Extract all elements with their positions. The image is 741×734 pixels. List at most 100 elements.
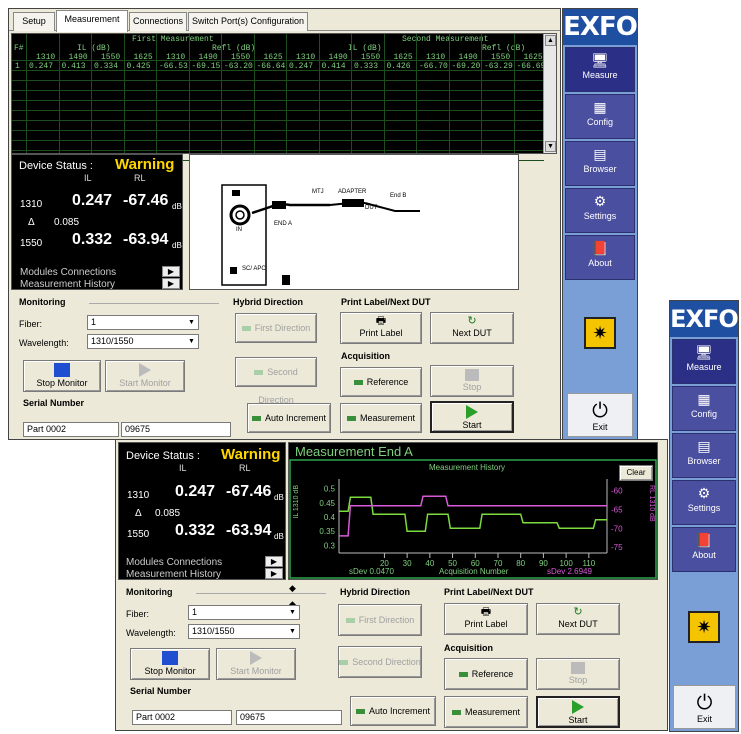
expand-arrow-icon[interactable]: ▶ <box>265 568 283 579</box>
diagram-dut-label: DUT <box>365 205 378 211</box>
fiber-select[interactable]: 1 ▼ <box>87 315 199 330</box>
expand-arrow-icon[interactable]: ▶ <box>265 556 283 567</box>
hybrid-direction-title: Hybrid Direction <box>233 297 304 307</box>
tab-switch-ports[interactable]: Switch Port(s) Configuration <box>188 12 308 31</box>
fiber-select[interactable]: 1 ▼ <box>188 605 300 620</box>
second-direction-button[interactable]: Second Direction <box>338 646 422 678</box>
rl-1550-value: -63.94 <box>226 522 272 539</box>
table-grid-line <box>513 34 515 153</box>
sidebar-item-config[interactable]: ▦ Config <box>672 386 736 431</box>
table-grid-line <box>123 34 125 153</box>
stop-acquisition-button[interactable]: Stop <box>430 365 514 397</box>
led-indicator <box>254 370 264 376</box>
wavelength-1310: 1310 <box>127 490 150 501</box>
sidebar-item-measure[interactable]: 🖥 Measure <box>672 339 736 384</box>
table-grid-line <box>351 34 352 153</box>
led-indicator <box>345 618 355 624</box>
divider <box>196 593 326 594</box>
serial-part-input[interactable]: Part 0002 <box>132 710 232 725</box>
il-header: IL <box>84 173 92 183</box>
y-axis-label-left: IL 1310 dB <box>293 485 300 519</box>
measurement-history-link[interactable]: Measurement History <box>20 279 115 290</box>
stop-monitor-button[interactable]: Stop Monitor <box>130 648 210 680</box>
serial-part-input[interactable]: Part 0002 <box>23 422 119 437</box>
chevron-down-icon[interactable]: ▼ <box>186 317 197 328</box>
exit-button[interactable]: ⏻ Exit <box>567 393 633 437</box>
table-grid-line <box>448 34 450 153</box>
first-direction-button[interactable]: First Direction <box>338 604 422 636</box>
measurement-button[interactable]: Measurement <box>444 696 528 728</box>
next-dut-button[interactable]: ↻ Next DUT <box>430 312 514 344</box>
sidebar-item-browser[interactable]: ▤ Browser <box>565 141 635 186</box>
wavelength-select[interactable]: 1310/1550 ▼ <box>188 624 300 639</box>
monitor-icon: 🖥 <box>591 52 609 68</box>
chevron-down-icon[interactable]: ▼ <box>287 626 298 637</box>
expand-arrow-icon[interactable]: ▶ <box>162 278 180 289</box>
x-tick-label: 30 <box>403 559 412 568</box>
clear-button[interactable]: Clear <box>619 465 653 481</box>
tab-connections[interactable]: Connections <box>129 12 187 31</box>
reference-button[interactable]: Reference <box>340 367 422 397</box>
sidebar-label: Config <box>586 117 613 127</box>
print-label-button[interactable]: 🖶 Print Label <box>340 312 422 344</box>
stop-acquisition-button[interactable]: Stop <box>536 658 620 690</box>
config-icon: ▦ <box>697 391 711 407</box>
tab-measurement[interactable]: Measurement <box>56 10 128 32</box>
exfo-logo: EXFO <box>670 301 739 337</box>
led-indicator <box>346 416 356 422</box>
auto-increment-button[interactable]: Auto Increment <box>350 696 436 726</box>
sidebar: EXFO 🖥 Measure ▦ Config ▤ Browser ⚙ Settings… <box>562 8 638 440</box>
sidebar-label: Measure <box>686 362 722 372</box>
sidebar-item-settings[interactable]: ⚙ Settings <box>672 480 736 525</box>
first-direction-button[interactable]: First Direction <box>235 313 317 343</box>
reference-label: Reference <box>471 669 514 679</box>
serial-number-input[interactable]: 09675 <box>236 710 342 725</box>
exit-button[interactable]: ⏻ Exit <box>673 685 736 729</box>
serial-number-input[interactable]: 09675 <box>121 422 231 437</box>
table-grid-line <box>156 34 157 153</box>
sidebar-item-settings[interactable]: ⚙ Settings <box>565 188 635 233</box>
expand-arrow-icon[interactable]: ▶ <box>162 266 180 277</box>
sidebar-item-measure[interactable]: 🖥 Measure <box>565 47 635 92</box>
modules-connections-link[interactable]: Modules Connections <box>20 267 116 278</box>
reference-button[interactable]: Reference <box>444 658 528 690</box>
y-tick-label: 0.45 <box>319 499 335 508</box>
reference-label: Reference <box>366 377 409 387</box>
print-label-button[interactable]: 🖶 Print Label <box>444 603 528 635</box>
stop-monitor-button[interactable]: Stop Monitor <box>23 360 101 392</box>
start-monitor-button[interactable]: Start Monitor <box>105 360 185 392</box>
laser-warning-icon: ✷ <box>584 317 616 349</box>
print-label-text: Print Label <box>359 328 403 338</box>
chevron-down-icon[interactable]: ▼ <box>287 607 298 618</box>
wavelength-select[interactable]: 1310/1550 ▼ <box>87 334 199 349</box>
printer-icon: 🖶 <box>480 606 492 618</box>
tab-setup[interactable]: Setup <box>13 12 55 31</box>
power-icon: ⏻ <box>696 692 713 714</box>
chevron-down-icon[interactable]: ▼ <box>186 336 197 347</box>
sidebar-item-browser[interactable]: ▤ Browser <box>672 433 736 478</box>
next-dut-button[interactable]: ↻ Next DUT <box>536 603 620 635</box>
unit-db: dB <box>274 532 284 541</box>
settings-gear-icon: ⚙ <box>697 485 711 501</box>
scroll-down-icon[interactable]: ▼ <box>545 141 556 152</box>
led-indicator <box>251 416 261 422</box>
fiber-value: 1 <box>192 607 198 617</box>
x-tick-label: 80 <box>516 559 525 568</box>
modules-connections-link[interactable]: Modules Connections <box>126 557 222 568</box>
sidebar-item-config[interactable]: ▦ Config <box>565 94 635 139</box>
measurement-history-link[interactable]: Measurement History <box>126 569 221 580</box>
table-scrollbar[interactable]: ▲ ▼ <box>543 34 556 153</box>
second-direction-button[interactable]: Second Direction <box>235 357 317 405</box>
measurement-table: First Measurement Second Measurement F# … <box>11 33 557 161</box>
sidebar-item-about[interactable]: 📕 About <box>672 527 736 572</box>
start-monitor-button[interactable]: Start Monitor <box>216 648 296 680</box>
power-icon: ⏻ <box>592 400 608 422</box>
sidebar-item-about[interactable]: 📕 About <box>565 235 635 280</box>
scroll-up-icon[interactable]: ▲ <box>545 35 556 46</box>
measurement-button[interactable]: Measurement <box>340 403 422 433</box>
start-acquisition-button[interactable]: Start <box>430 401 514 433</box>
start-acquisition-button[interactable]: Start <box>536 696 620 728</box>
scroll-left-icon[interactable]: ◆ <box>289 581 303 597</box>
main-window: Setup Measurement Connections Switch Por… <box>8 8 561 440</box>
divider <box>89 303 219 304</box>
